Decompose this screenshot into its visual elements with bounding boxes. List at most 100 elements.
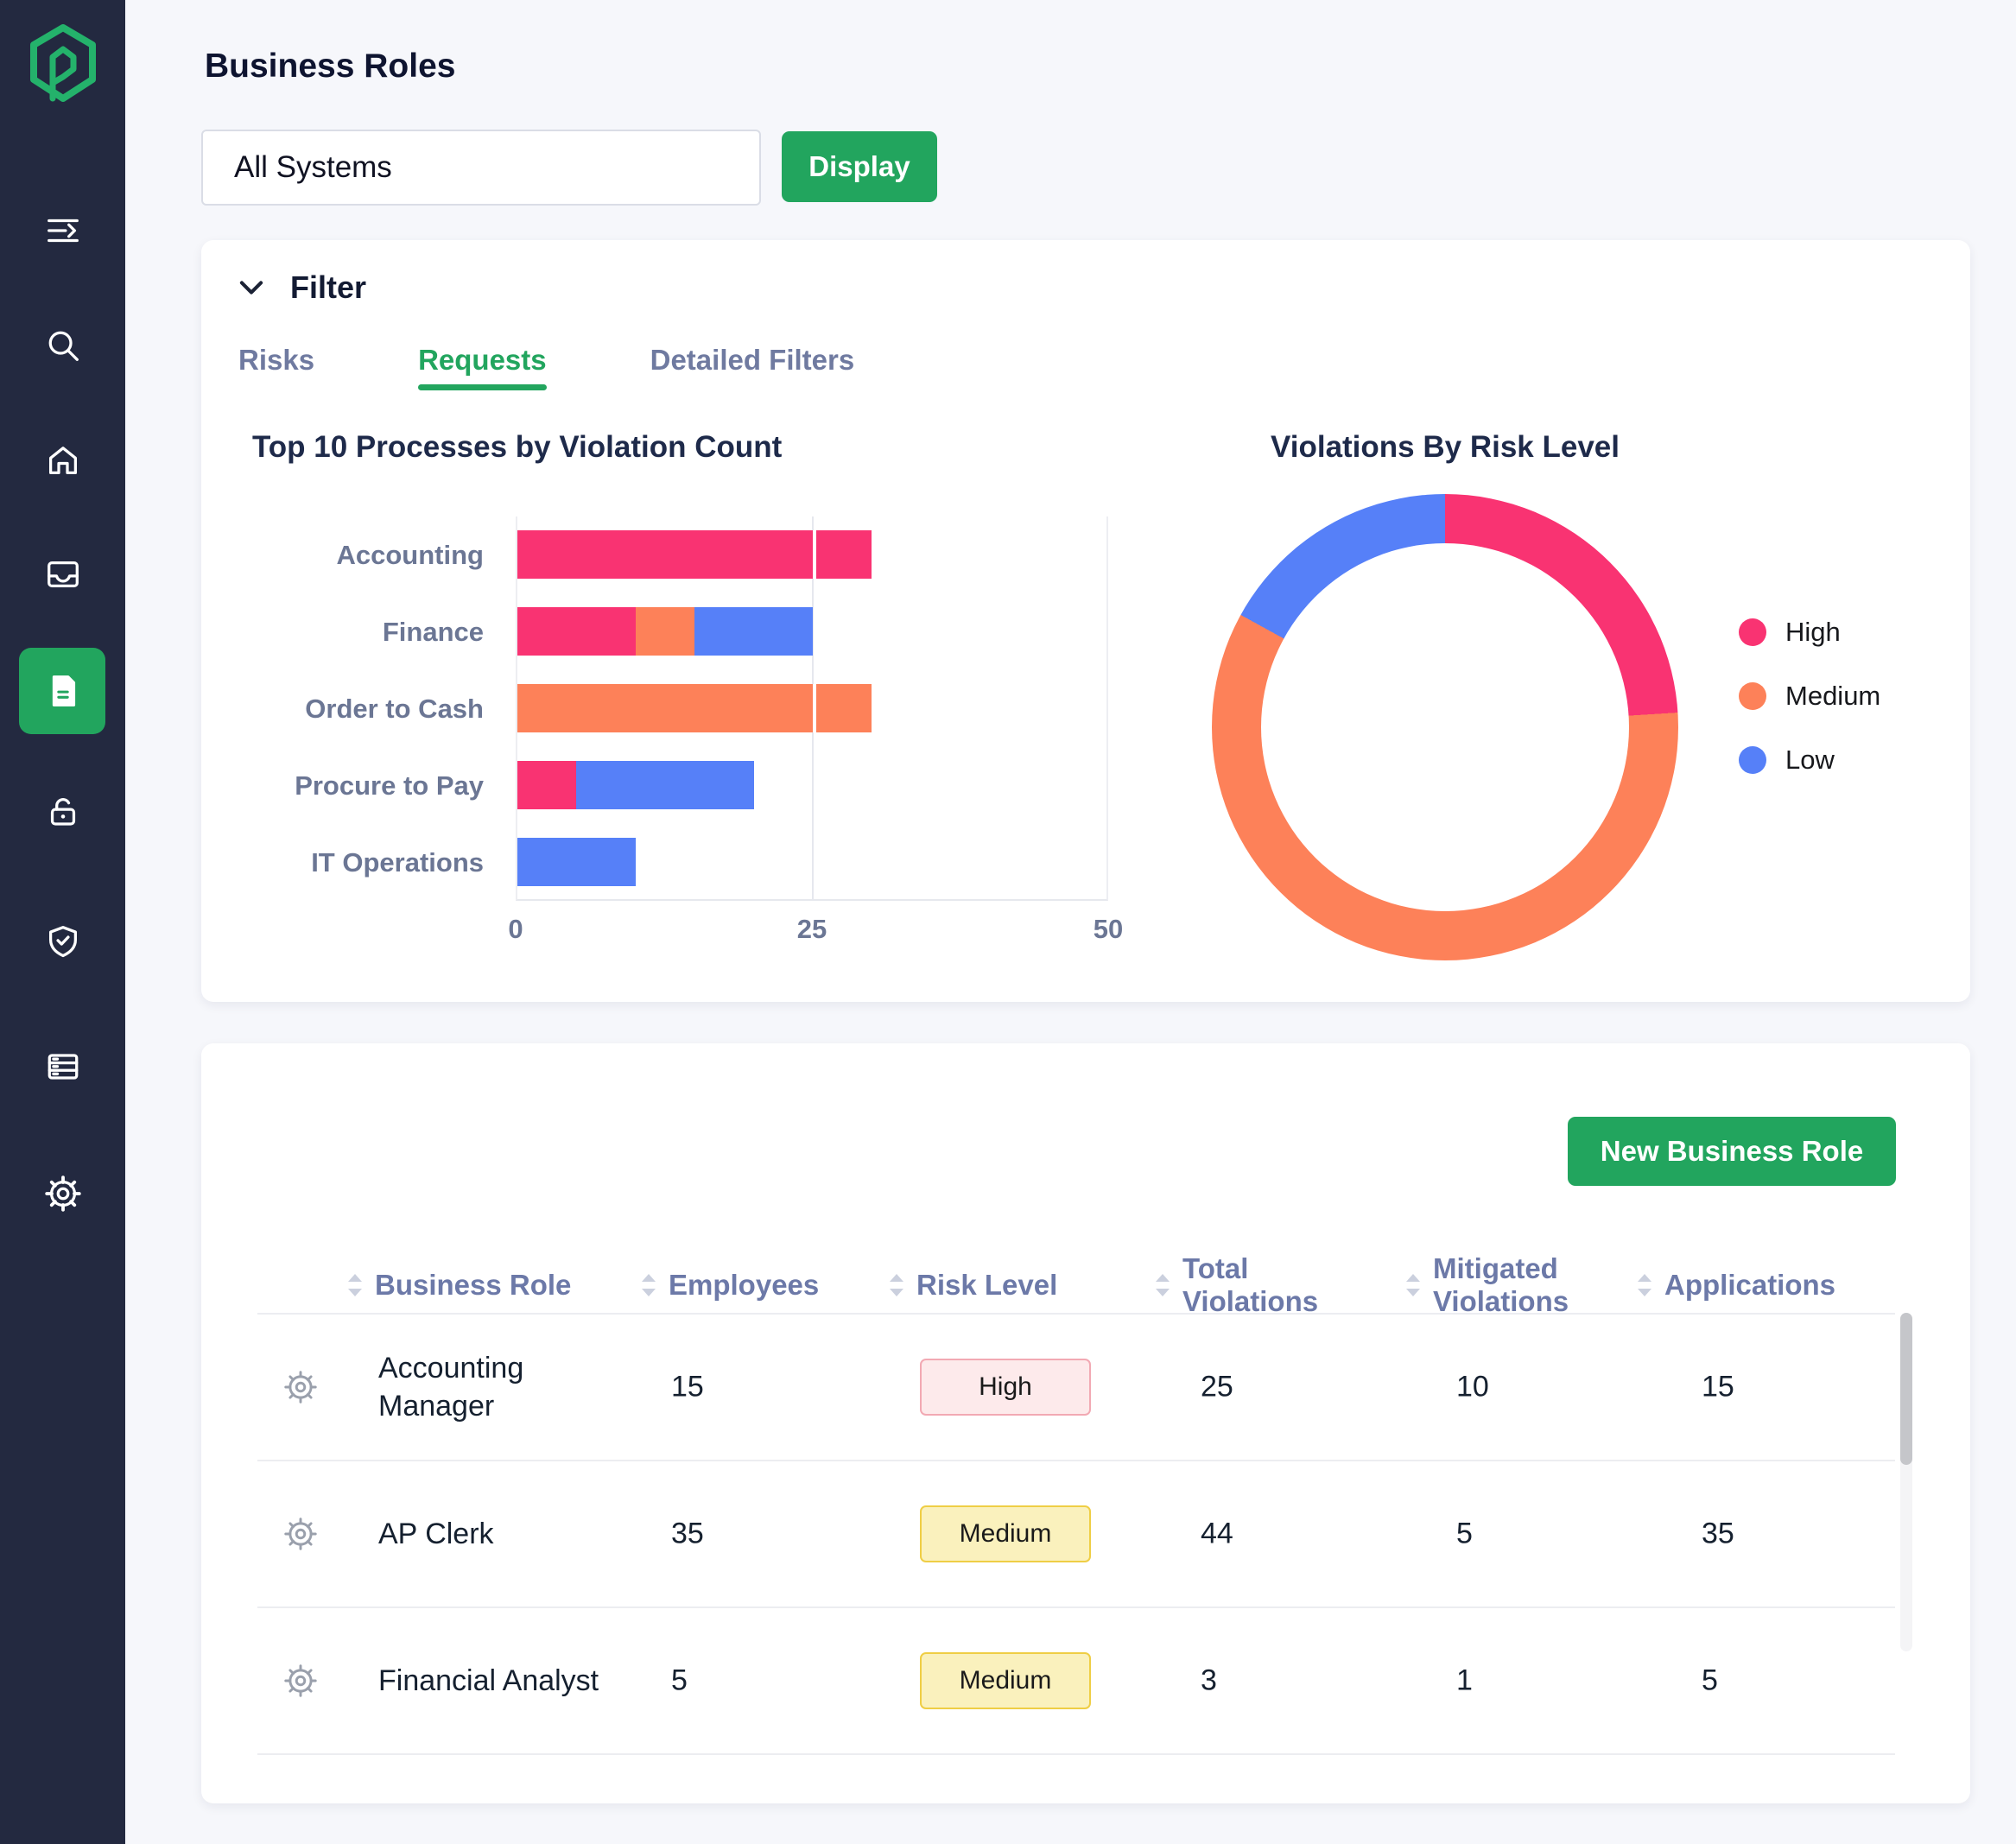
cell-mitigated-violations: 1 xyxy=(1456,1664,1473,1698)
cell-applications: 5 xyxy=(1702,1664,1718,1698)
sort-icon xyxy=(346,1272,365,1298)
legend-dot xyxy=(1739,682,1766,710)
table-row: AP Clerk 35 Medium 44 5 35 xyxy=(257,1460,1895,1606)
sidebar-item-collapse[interactable] xyxy=(0,210,125,251)
cell-business-role: AP Clerk xyxy=(378,1515,620,1553)
cell-employees: 5 xyxy=(671,1664,688,1698)
cell-business-role: Accounting Manager xyxy=(378,1349,620,1425)
cell-business-role: Financial Analyst xyxy=(378,1662,620,1700)
bar-segment-high xyxy=(517,530,872,579)
app-window: Business Roles Display Filter Risks Requ… xyxy=(0,0,2016,1844)
row-actions-gear-icon[interactable] xyxy=(282,1515,320,1553)
legend-item-medium: Medium xyxy=(1739,681,1880,712)
bar-segment-medium xyxy=(517,684,872,732)
tab-requests[interactable]: Requests xyxy=(418,344,547,390)
risk-level-badge: Medium xyxy=(920,1652,1091,1709)
cell-employees: 35 xyxy=(671,1518,704,1551)
bar-category-label: Procure to Pay xyxy=(201,747,484,824)
bar-chart-title: Top 10 Processes by Violation Count xyxy=(252,430,782,465)
settings-gear-icon xyxy=(43,1174,83,1213)
table-bottom-divider xyxy=(257,1753,1895,1755)
cell-total-violations: 25 xyxy=(1201,1371,1233,1404)
hexagon-logo-icon xyxy=(27,22,99,112)
lock-open-icon xyxy=(43,792,83,832)
risk-level-badge: Medium xyxy=(920,1505,1091,1562)
legend-label-high: High xyxy=(1785,617,1841,648)
sort-icon xyxy=(1404,1272,1423,1298)
cell-applications: 15 xyxy=(1702,1371,1734,1404)
app-logo[interactable] xyxy=(0,22,125,112)
filter-tabs: Risks Requests Detailed Filters xyxy=(238,344,854,390)
cell-employees: 15 xyxy=(671,1371,704,1404)
bar-segment-low xyxy=(694,607,813,656)
sort-icon xyxy=(887,1272,906,1298)
tab-risks[interactable]: Risks xyxy=(238,344,314,390)
new-business-role-button[interactable]: New Business Role xyxy=(1568,1117,1896,1186)
home-icon xyxy=(43,440,83,480)
bar-category-label: IT Operations xyxy=(201,824,484,901)
donut-chart-title: Violations By Risk Level xyxy=(1271,430,1620,465)
sidebar xyxy=(0,0,125,1844)
sort-icon xyxy=(1153,1272,1172,1298)
donut-legend: High Medium Low xyxy=(1739,617,1880,776)
cell-mitigated-violations: 10 xyxy=(1456,1371,1489,1404)
inbox-icon xyxy=(43,554,83,594)
stacked-bar xyxy=(517,530,872,579)
sidebar-item-documents-active[interactable] xyxy=(0,670,125,712)
stacked-bar xyxy=(517,684,872,732)
system-select-input[interactable] xyxy=(201,130,761,206)
filter-collapse-chevron-icon[interactable] xyxy=(235,271,268,304)
bar-segment-medium xyxy=(636,607,694,656)
table-row: Accounting Manager 15 High 25 10 15 xyxy=(257,1313,1895,1460)
filter-section-title: Filter xyxy=(290,269,366,306)
sort-icon xyxy=(1635,1272,1654,1298)
sidebar-item-home[interactable] xyxy=(0,440,125,481)
row-actions-gear-icon[interactable] xyxy=(282,1368,320,1406)
cell-applications: 35 xyxy=(1702,1518,1734,1551)
bar-segment-low xyxy=(517,838,636,886)
sidebar-item-inbox[interactable] xyxy=(0,554,125,595)
legend-dot xyxy=(1739,746,1766,774)
bar-chart-plot xyxy=(516,516,1108,901)
page-title: Business Roles xyxy=(205,48,455,86)
x-tick-50: 50 xyxy=(1094,914,1123,945)
stacked-bar xyxy=(517,761,754,809)
collapse-sidebar-icon xyxy=(43,211,83,250)
shield-check-icon xyxy=(43,922,83,961)
bar-category-label: Finance xyxy=(201,593,484,670)
cell-mitigated-violations: 5 xyxy=(1456,1518,1473,1551)
table-row: Financial Analyst 5 Medium 3 1 5 xyxy=(257,1606,1895,1753)
stacked-bar xyxy=(517,607,813,656)
document-icon xyxy=(43,671,83,711)
donut-chart xyxy=(1212,494,1678,960)
server-list-icon xyxy=(43,1047,83,1087)
sidebar-item-systems[interactable] xyxy=(0,1046,125,1087)
legend-label-low: Low xyxy=(1785,745,1835,776)
bar-segment-low xyxy=(576,761,753,809)
cell-total-violations: 44 xyxy=(1201,1518,1233,1551)
sidebar-item-settings[interactable] xyxy=(0,1173,125,1214)
tab-detailed-filters[interactable]: Detailed Filters xyxy=(650,344,855,390)
gridline-overlay xyxy=(813,530,816,579)
display-button[interactable]: Display xyxy=(782,131,937,202)
legend-dot xyxy=(1739,618,1766,646)
bar-chart-labels: AccountingFinanceOrder to CashProcure to… xyxy=(201,516,484,901)
gridline-overlay xyxy=(813,684,816,732)
bar-segment-high xyxy=(517,607,636,656)
stacked-bar xyxy=(517,838,636,886)
risk-level-badge: High xyxy=(920,1359,1091,1416)
legend-item-high: High xyxy=(1739,617,1880,648)
sidebar-item-search[interactable] xyxy=(0,325,125,366)
search-icon xyxy=(43,326,83,365)
bar-category-label: Order to Cash xyxy=(201,670,484,747)
sidebar-item-compliance[interactable] xyxy=(0,921,125,962)
x-tick-0: 0 xyxy=(508,914,523,945)
table-scrollbar-thumb[interactable] xyxy=(1900,1313,1912,1465)
table-scrollbar-track xyxy=(1900,1313,1912,1651)
row-actions-gear-icon[interactable] xyxy=(282,1662,320,1700)
legend-label-medium: Medium xyxy=(1785,681,1880,712)
legend-item-low: Low xyxy=(1739,745,1880,776)
sidebar-item-lock[interactable] xyxy=(0,791,125,833)
x-tick-25: 25 xyxy=(797,914,827,945)
bar-segment-high xyxy=(517,761,576,809)
